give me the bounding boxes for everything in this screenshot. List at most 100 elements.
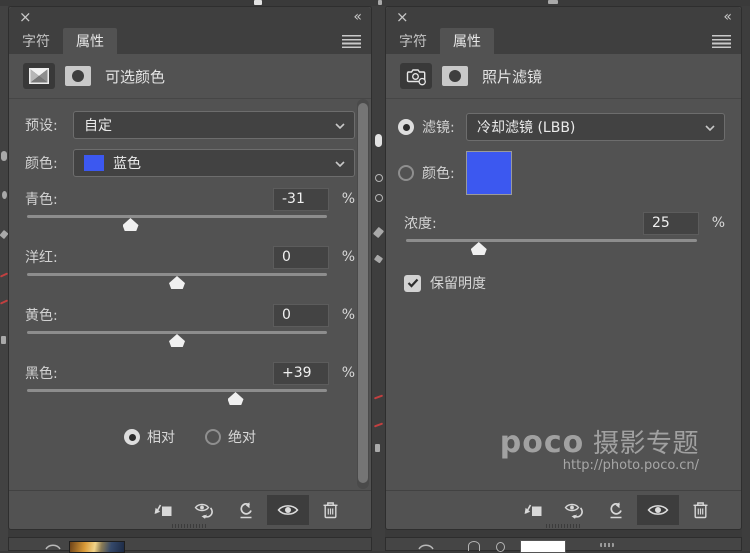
visibility-eye-icon[interactable] (267, 495, 309, 525)
panel-content: 滤镜: 冷却滤镜 (LBB) 颜色: 浓度: 25 % (386, 113, 741, 293)
black-slider-track[interactable] (27, 389, 327, 392)
tool-glyph (373, 227, 384, 238)
tool-glyph (375, 174, 383, 182)
cyan-slider-thumb[interactable] (123, 218, 139, 231)
filter-label: 滤镜: (422, 117, 466, 137)
preset-label: 预设: (25, 115, 73, 135)
layers-panel-sliver-left (8, 537, 372, 551)
preset-select[interactable]: 自定 (73, 111, 355, 139)
eye-icon (418, 542, 434, 550)
close-icon[interactable]: × (19, 8, 32, 27)
relative-radio-option[interactable]: 相对 (124, 427, 175, 447)
adjustment-title: 照片滤镜 (482, 66, 542, 87)
background-glyph (378, 0, 382, 5)
tab-character[interactable]: 字符 (386, 28, 440, 54)
chevron-down-icon (335, 161, 345, 167)
preserve-luminosity-label: 保留明度 (430, 273, 486, 293)
panel-content: 预设: 自定 颜色: 蓝色 青色: -31 % (9, 111, 371, 447)
cyan-slider-track[interactable] (27, 215, 327, 218)
panel-resize-grip[interactable] (546, 524, 582, 528)
delete-trash-icon[interactable] (679, 495, 721, 525)
layer-mask-icon[interactable] (442, 66, 468, 86)
layer-thumbnail[interactable] (69, 541, 125, 553)
color-label: 颜色: (422, 163, 466, 183)
delete-trash-icon[interactable] (309, 495, 351, 525)
black-label: 黑色: (25, 363, 273, 383)
tab-character[interactable]: 字符 (9, 28, 63, 54)
preserve-luminosity-option[interactable]: 保留明度 (398, 273, 725, 293)
tool-glyph (375, 194, 383, 202)
magenta-slider-track[interactable] (27, 273, 327, 276)
adjustment-icon-partial (468, 541, 480, 551)
method-radio-row: 相对 绝对 (25, 427, 355, 447)
density-value-input[interactable]: 25 (643, 212, 699, 235)
color-select[interactable]: 蓝色 (73, 149, 355, 177)
magenta-label: 洋红: (25, 247, 273, 267)
close-icon[interactable]: × (396, 8, 409, 27)
checkbox-checked-icon[interactable] (404, 275, 421, 292)
tool-glyph-red (0, 299, 8, 304)
layers-panel-sliver-right (385, 537, 742, 551)
color-label: 颜色: (25, 153, 73, 173)
yellow-label: 黄色: (25, 305, 273, 325)
photo-filter-panel: × « 字符 属性 照片滤镜 滤镜: 冷却滤镜 (LBB) (385, 6, 742, 530)
layer-mask-icon[interactable] (65, 66, 91, 86)
yellow-value-input[interactable]: 0 (273, 304, 329, 327)
tool-glyph-red (0, 272, 8, 277)
selective-color-panel: × « 字符 属性 可选颜色 预设: 自定 (8, 6, 372, 530)
collapse-panel-icon[interactable]: « (353, 8, 361, 27)
density-slider-group: 浓度: 25 % (398, 211, 725, 257)
density-slider-thumb[interactable] (471, 242, 487, 255)
right-edge-strip (742, 6, 750, 551)
background-glyph (548, 0, 558, 4)
black-value-input[interactable]: +39 (273, 362, 329, 385)
tool-glyph-red (374, 395, 383, 400)
cyan-value-input[interactable]: -31 (273, 188, 329, 211)
filter-value: 冷却滤镜 (LBB) (477, 117, 575, 137)
scrollbar-thumb[interactable] (358, 103, 368, 483)
adjustment-header: 照片滤镜 (386, 54, 741, 99)
reset-icon[interactable] (225, 495, 267, 525)
magenta-slider-thumb[interactable] (169, 276, 185, 289)
cyan-slider-group: 青色: -31 % (25, 187, 355, 233)
watermark-brand: poco (500, 425, 584, 460)
mask-thumbnail[interactable] (520, 540, 566, 553)
radio-selected-icon[interactable] (124, 429, 140, 445)
radio-unselected-icon[interactable] (205, 429, 221, 445)
watermark-suffix: 摄影专题 (584, 429, 699, 459)
watermark: poco 摄影专题 http://photo.poco.cn/ (500, 427, 699, 473)
tool-glyph-red (374, 423, 383, 428)
tab-properties[interactable]: 属性 (440, 28, 494, 54)
filter-color-swatch[interactable] (466, 151, 512, 195)
panel-menu-icon[interactable] (712, 35, 731, 48)
black-slider-thumb[interactable] (228, 392, 244, 405)
visibility-eye-icon[interactable] (637, 495, 679, 525)
filter-select[interactable]: 冷却滤镜 (LBB) (466, 113, 725, 141)
absolute-radio-option[interactable]: 绝对 (205, 427, 256, 447)
tool-glyph (2, 191, 7, 199)
adjustment-header: 可选颜色 (9, 54, 371, 99)
magenta-value-input[interactable]: 0 (273, 246, 329, 269)
selective-color-icon (23, 63, 55, 89)
clip-to-layer-icon[interactable] (141, 495, 183, 525)
collapse-panel-icon[interactable]: « (723, 8, 731, 27)
yellow-slider-track[interactable] (27, 331, 327, 334)
yellow-slider-thumb[interactable] (169, 334, 185, 347)
density-label: 浓度: (404, 213, 643, 233)
absolute-label: 绝对 (228, 427, 256, 447)
panel-resize-grip[interactable] (172, 524, 208, 528)
panel-titlebar: × « (9, 7, 371, 28)
percent-sign: % (329, 307, 355, 323)
view-previous-state-icon[interactable] (183, 495, 225, 525)
tool-glyph (1, 151, 7, 161)
color-radio-unselected-icon[interactable] (398, 165, 414, 181)
percent-sign: % (329, 191, 355, 207)
panel-menu-icon[interactable] (342, 35, 361, 48)
tab-properties[interactable]: 属性 (63, 28, 117, 54)
reset-icon[interactable] (595, 495, 637, 525)
filter-radio-selected-icon[interactable] (398, 119, 414, 135)
view-previous-state-icon[interactable] (553, 495, 595, 525)
clip-to-layer-icon[interactable] (511, 495, 553, 525)
left-toolbar-sliver (0, 6, 8, 551)
density-slider-track[interactable] (406, 239, 697, 242)
